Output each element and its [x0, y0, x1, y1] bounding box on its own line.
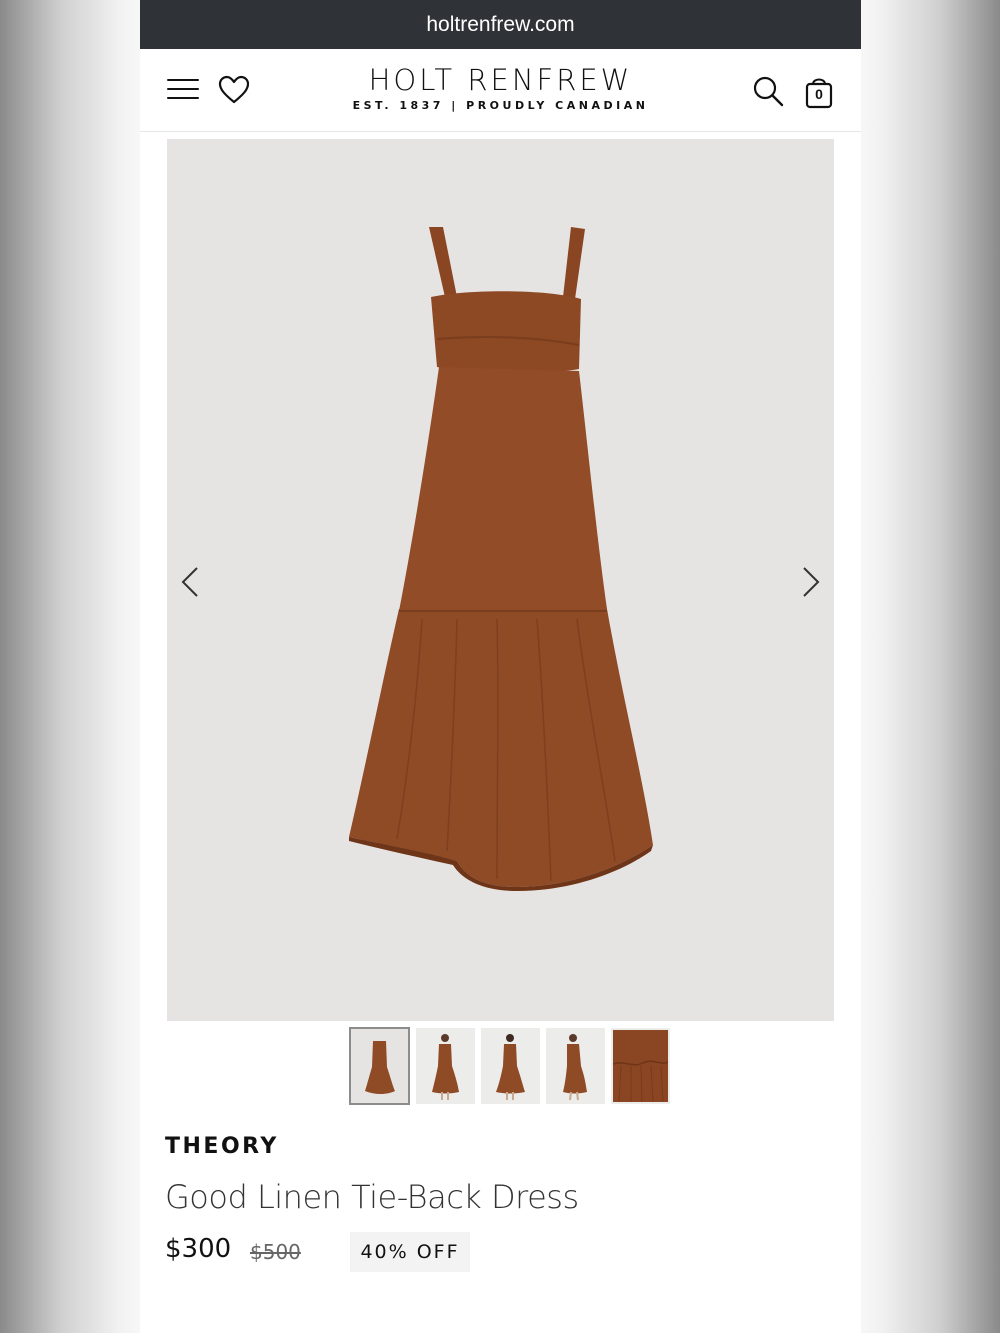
- dress-image: [349, 227, 653, 891]
- sale-price: $300: [165, 1234, 232, 1264]
- thumbnail-3[interactable]: [481, 1028, 540, 1104]
- thumbnail-strip: [349, 1027, 670, 1105]
- search-icon[interactable]: [752, 75, 784, 107]
- original-price: $500: [250, 1240, 301, 1264]
- url-text: holtrenfrew.com: [426, 12, 575, 36]
- thumbnail-2[interactable]: [416, 1028, 475, 1104]
- bag-count: 0: [815, 86, 823, 102]
- chevron-left-icon[interactable]: [177, 564, 207, 600]
- browser-url-bar[interactable]: holtrenfrew.com: [140, 0, 861, 49]
- product-image[interactable]: [167, 139, 834, 1021]
- shopping-bag-button[interactable]: 0: [804, 75, 834, 109]
- thumbnail-4[interactable]: [546, 1028, 605, 1104]
- product-title: Good Linen Tie-Back Dress: [165, 1178, 579, 1216]
- chevron-right-icon[interactable]: [794, 564, 824, 600]
- product-brand[interactable]: THEORY: [165, 1134, 279, 1159]
- phone-screen: holtrenfrew.com HOLT RENFREW EST. 1837 |…: [140, 0, 861, 1333]
- thumbnail-5[interactable]: [611, 1028, 670, 1104]
- thumbnail-1[interactable]: [349, 1027, 410, 1105]
- discount-badge: 40% OFF: [350, 1232, 470, 1272]
- site-header: HOLT RENFREW EST. 1837 | PROUDLY CANADIA…: [140, 49, 861, 132]
